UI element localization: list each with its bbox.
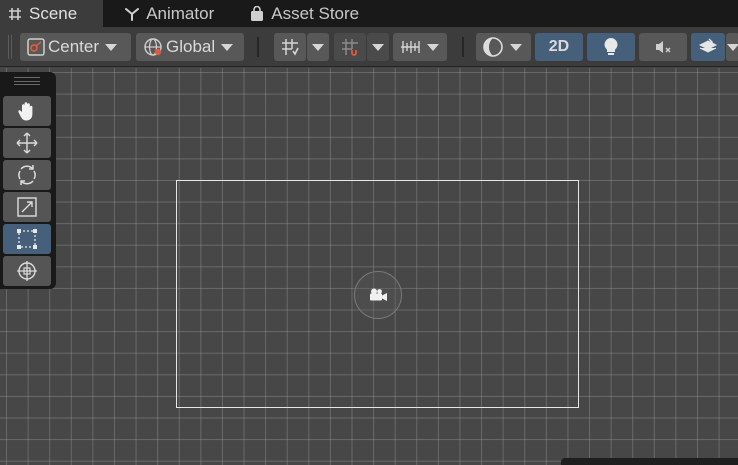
tab-label: Animator [146, 3, 215, 23]
tab-bar: Scene Animator Asset Store [0, 0, 738, 27]
chevron-down-icon [312, 43, 324, 51]
mode-2d-toggle[interactable]: 2D [535, 33, 583, 61]
shading-mode-icon [482, 36, 504, 58]
shopping-bag-icon [249, 5, 265, 22]
draw-mode-dropdown[interactable] [476, 33, 531, 61]
scene-viewport[interactable] [0, 68, 738, 465]
camera-gizmo[interactable] [354, 271, 402, 319]
chevron-down-icon [105, 43, 118, 51]
scene-effects-dropdown[interactable] [726, 33, 738, 61]
toolbar-separator [462, 37, 464, 57]
toolbar-grip[interactable] [8, 35, 12, 59]
palette-drag-handle[interactable] [14, 77, 40, 85]
grid-ruler-icon [399, 37, 421, 57]
chevron-down-icon [727, 43, 738, 51]
hand-tool[interactable] [3, 96, 51, 126]
pivot-mode-dropdown[interactable]: Center [20, 33, 131, 61]
scale-icon [15, 195, 39, 219]
audio-mute-icon [653, 37, 673, 57]
grid-snap-button[interactable] [274, 33, 306, 61]
pivot-space-label: Global [166, 37, 216, 56]
scale-tool[interactable] [3, 192, 51, 222]
rect-transform-icon [15, 227, 39, 251]
grid-visibility-dropdown[interactable] [393, 33, 447, 61]
pivot-mode-label: Center [48, 37, 100, 56]
rotate-icon [15, 163, 39, 187]
scene-audio-toggle[interactable] [639, 33, 687, 61]
grid-snap-dropdown[interactable] [307, 33, 329, 61]
chevron-down-icon [510, 43, 522, 51]
mode-2d-label: 2D [548, 38, 570, 55]
rect-tool[interactable] [3, 224, 51, 254]
pivot-center-icon [26, 37, 46, 57]
chevron-down-icon [427, 43, 439, 51]
hash-grid-icon [7, 6, 23, 22]
tab-label: Scene [29, 3, 78, 23]
tab-label: Asset Store [271, 3, 360, 23]
transform-tool[interactable] [3, 256, 51, 286]
toolbar-separator [257, 37, 259, 57]
tool-palette [0, 72, 56, 289]
chevron-down-icon [221, 43, 234, 51]
tab-asset-store[interactable]: Asset Store [242, 0, 369, 27]
scene-toolbar: Center Global 2D [0, 27, 738, 67]
move-arrows-icon [15, 131, 39, 155]
move-tool[interactable] [3, 128, 51, 158]
lightbulb-icon [602, 36, 620, 58]
transform-icon [15, 259, 39, 283]
scene-effects-toggle[interactable] [691, 33, 725, 61]
scene-lighting-toggle[interactable] [587, 33, 635, 61]
hand-icon [15, 99, 39, 123]
animator-branch-icon [124, 6, 140, 22]
camera-icon [367, 287, 389, 303]
increment-snap-button[interactable] [334, 33, 366, 61]
effects-layers-icon [697, 37, 719, 57]
increment-snap-dropdown[interactable] [367, 33, 389, 61]
rotate-tool[interactable] [3, 160, 51, 190]
chevron-down-icon [372, 43, 384, 51]
pivot-space-dropdown[interactable]: Global [136, 33, 244, 61]
globe-icon [142, 36, 164, 58]
overlay-panel-edge [561, 458, 738, 465]
tab-animator[interactable]: Animator [117, 0, 224, 27]
increment-snap-icon [340, 37, 360, 57]
tab-scene[interactable]: Scene [0, 0, 104, 27]
grid-snap-icon [280, 37, 300, 57]
